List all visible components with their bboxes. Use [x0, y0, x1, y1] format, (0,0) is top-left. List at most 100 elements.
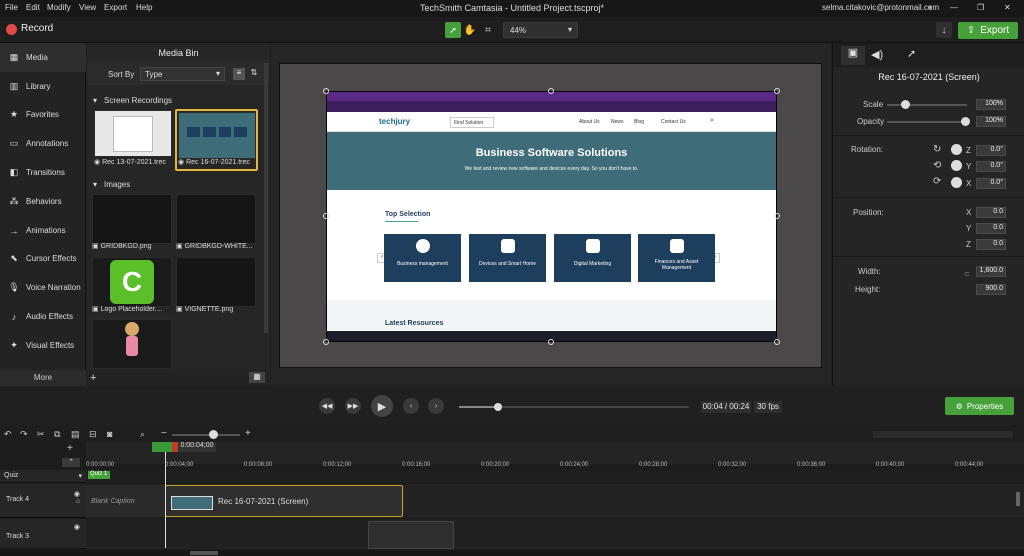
add-icon[interactable]: + [90, 372, 96, 384]
lock-icon[interactable]: ⌂ [76, 498, 80, 505]
nav-item-audio-effects[interactable]: ♪ Audio Effects [0, 302, 86, 331]
select-tool-icon[interactable]: ➚ [445, 22, 461, 38]
restore-icon[interactable]: ❐ [977, 3, 984, 12]
nav-item-annotations[interactable]: ▭ Annotations [0, 129, 86, 158]
nav-item-transitions[interactable]: ◧ Transitions [0, 158, 86, 187]
nav-item-visual-effects[interactable]: ✦ Visual Effects [0, 331, 86, 360]
rotation-y-input[interactable]: 0.0° [976, 161, 1006, 172]
position-z-input[interactable]: 0.0 [976, 239, 1006, 250]
audio-properties-icon[interactable]: ◀) [871, 48, 883, 61]
sort-order-icon[interactable]: ⇅ [248, 68, 260, 80]
zoom-in-icon[interactable]: + [245, 428, 251, 439]
screen-recording-preview[interactable]: techjury Find Solution About Us News Blo… [326, 91, 777, 342]
add-track-icon[interactable]: + [67, 443, 73, 454]
thumbnail-character[interactable] [92, 319, 172, 369]
zoom-out-icon[interactable]: − [161, 428, 167, 439]
rotation-dial[interactable] [951, 160, 962, 171]
chevron-down-icon[interactable]: ▾ [928, 3, 932, 12]
site-nav-link[interactable]: News [611, 119, 624, 125]
scale-slider[interactable] [901, 100, 910, 109]
step-forward-icon[interactable]: ▶▶ [345, 398, 361, 414]
scale-input[interactable]: 100% [976, 99, 1006, 110]
width-input[interactable]: 1,600.0 [976, 266, 1006, 277]
height-input[interactable]: 900.0 [976, 284, 1006, 295]
resize-handle[interactable] [323, 88, 329, 94]
link-icon[interactable]: ⊂ [964, 270, 970, 278]
thumbnail-gridbkgd-white[interactable] [176, 194, 256, 244]
resize-handle[interactable] [323, 339, 329, 345]
resize-handle[interactable] [774, 339, 780, 345]
thumbnail-rec-13[interactable] [94, 110, 172, 157]
play-icon[interactable]: ▶ [371, 395, 393, 417]
site-nav-link[interactable]: About Us [579, 119, 600, 125]
opacity-input[interactable]: 100% [976, 116, 1006, 127]
sort-select[interactable]: Type ▾ [140, 67, 225, 81]
minimize-icon[interactable]: — [950, 3, 958, 12]
find-solution-button[interactable]: Find Solution [450, 117, 494, 128]
eye-icon[interactable]: ◉ [74, 490, 80, 498]
next-clip-icon[interactable]: › [428, 398, 444, 414]
pan-tool-icon[interactable]: ✋ [462, 22, 478, 38]
rotation-dial[interactable] [951, 144, 962, 155]
canvas-stage[interactable]: techjury Find Solution About Us News Blo… [279, 63, 822, 368]
site-nav-link[interactable]: Blog [634, 119, 644, 125]
thumbnail-gridbkgd[interactable] [92, 194, 172, 244]
category-card[interactable]: Devices and Smart Home [469, 234, 546, 282]
thumbnail-vignette[interactable] [176, 257, 256, 307]
nav-item-library[interactable]: ▥ Library [0, 72, 86, 101]
resize-handle[interactable] [774, 88, 780, 94]
playhead[interactable] [165, 452, 166, 548]
list-view-icon[interactable]: ≡ [233, 68, 245, 80]
split-icon[interactable]: ⊟ [89, 429, 97, 440]
resize-handle[interactable] [774, 213, 780, 219]
rotation-x-input[interactable]: 0.0° [976, 178, 1006, 189]
timeline-ruler[interactable] [86, 442, 1024, 464]
scrollbar[interactable] [264, 63, 268, 333]
copy-icon[interactable]: ⧉ [54, 429, 60, 440]
nav-item-favorites[interactable]: ★ Favorites [0, 100, 86, 129]
properties-button[interactable]: ⚙ Properties [945, 397, 1014, 415]
nav-item-behaviors[interactable]: ⁂ Behaviors [0, 187, 86, 216]
zoom-icon[interactable]: ⌕ [140, 429, 145, 440]
quiz-track-header[interactable]: Quiz ▾ [0, 470, 86, 483]
quiz-marker[interactable]: Quiz 1 [88, 471, 110, 479]
scrub-handle[interactable] [494, 403, 503, 411]
thumb-label[interactable]: ▣ Logo Placeholder.... [92, 305, 176, 313]
nav-item-media[interactable]: ▦ Media [0, 43, 86, 72]
user-email[interactable]: selma.citakovic@protonmail.com [822, 3, 939, 12]
record-icon[interactable] [6, 24, 17, 35]
camera-icon[interactable]: ◙ [107, 429, 112, 439]
collapse-arrow-icon[interactable]: ▾ [93, 180, 97, 189]
category-card[interactable]: Business management [384, 234, 461, 282]
download-icon[interactable]: ↓ [936, 22, 952, 38]
resize-handle[interactable] [548, 88, 554, 94]
nav-item-voice-narration[interactable]: 🎙 Voice Narration [0, 273, 86, 302]
collapse-arrow-icon[interactable]: ▾ [93, 96, 97, 105]
track-4-header[interactable]: Track 4 ◉ ⌂ [0, 484, 86, 518]
rotation-z-input[interactable]: 0.0° [976, 145, 1006, 156]
step-back-icon[interactable]: ◀◀ [319, 398, 335, 414]
close-icon[interactable]: ✕ [1004, 3, 1011, 12]
opacity-slider[interactable] [961, 117, 970, 126]
position-x-input[interactable]: 0.0 [976, 207, 1006, 218]
scrollbar[interactable] [1016, 492, 1020, 506]
crop-tool-icon[interactable]: ⌗ [480, 22, 496, 38]
cursor-properties-icon[interactable]: ➚ [907, 47, 916, 60]
zoom-select[interactable]: 44% ▾ [503, 22, 578, 38]
horizontal-scrollbar[interactable] [190, 551, 218, 555]
nav-item-animations[interactable]: → Animations [0, 216, 86, 245]
category-card[interactable]: Finances and Asset Management [638, 234, 715, 282]
zoom-slider[interactable] [209, 430, 218, 439]
timeline-clip[interactable] [368, 521, 454, 549]
site-nav-link[interactable]: Contact Us [661, 119, 686, 125]
thumbnail-logo-placeholder[interactable]: C [92, 257, 172, 307]
thumb-label[interactable]: ◉ Rec 16-07-2021.trec [178, 158, 262, 166]
thumbnail-rec-16[interactable] [178, 112, 256, 159]
prev-clip-icon[interactable]: ‹ [403, 398, 419, 414]
export-button[interactable]: ⇪ Export [958, 22, 1018, 39]
track-3-header[interactable]: Track 3 ◉ [0, 519, 86, 549]
redo-icon[interactable]: ↷ [20, 429, 28, 440]
resize-handle[interactable] [548, 339, 554, 345]
cut-icon[interactable]: ✂ [37, 429, 45, 440]
visual-properties-icon[interactable]: ▣ [841, 46, 865, 65]
